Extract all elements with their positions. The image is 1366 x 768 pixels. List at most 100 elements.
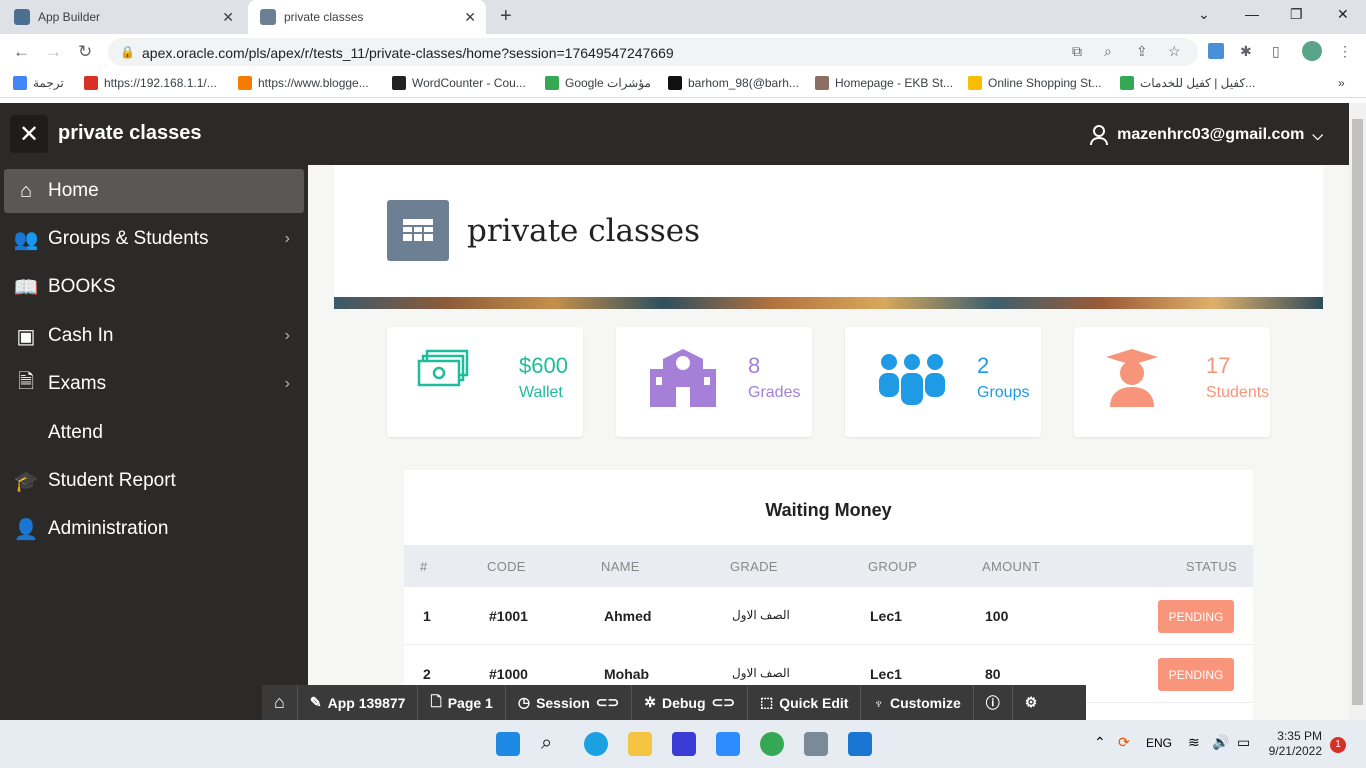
sidebar-item-label: Groups & Students: [48, 228, 209, 249]
translate-icon: [13, 76, 27, 90]
students-card[interactable]: 17 Students: [1074, 327, 1270, 437]
status-badge[interactable]: PENDING: [1158, 658, 1234, 691]
card-label: Wallet: [519, 384, 563, 401]
omnibox[interactable]: 🔒 apex.oracle.com/pls/apex/r/tests_11/pr…: [108, 38, 1198, 66]
ekb-icon: [815, 76, 829, 90]
minimize-icon[interactable]: —: [1245, 6, 1259, 22]
forward-icon[interactable]: →: [45, 42, 62, 62]
lock-icon: 🔒: [120, 45, 135, 59]
wifi-icon[interactable]: ≋: [1188, 734, 1212, 758]
chevron-up-icon[interactable]: ⌃: [1094, 734, 1118, 758]
open-external-icon[interactable]: ⧉: [1072, 43, 1082, 60]
sidebar-item-cash-in[interactable]: ▣ Cash In ›: [4, 314, 304, 358]
cell-num: 2: [423, 666, 431, 682]
sidebar-item-exams[interactable]: 🗎 Exams ›: [4, 362, 304, 406]
bookmark-item[interactable]: WordCounter - Cou...: [392, 76, 526, 90]
sync-icon[interactable]: ⟳: [1118, 734, 1142, 758]
wallet-card[interactable]: $600 Wallet: [387, 327, 583, 437]
bookmark-item[interactable]: ترجمة: [13, 76, 64, 90]
school-icon: [650, 349, 716, 407]
maximize-icon[interactable]: ❐: [1290, 6, 1303, 23]
url-text[interactable]: apex.oracle.com/pls/apex/r/tests_11/priv…: [142, 45, 674, 61]
menu-icon[interactable]: ⋮: [1338, 43, 1352, 60]
back-icon[interactable]: ←: [13, 42, 30, 62]
cell-name: Mohab: [604, 666, 650, 682]
bookmark-item[interactable]: https://www.blogge...: [238, 76, 369, 90]
chevron-down-icon: ⌵: [1312, 126, 1323, 143]
group-icon: [879, 354, 945, 405]
edge-icon[interactable]: [584, 732, 608, 756]
close-window-icon[interactable]: ✕: [1337, 6, 1349, 23]
bookmark-item[interactable]: barhom_98(@barh...: [668, 76, 799, 90]
bookmark-item[interactable]: Online Shopping St...: [968, 76, 1101, 90]
dev-settings-button[interactable]: ⚙: [1013, 685, 1050, 720]
dev-session-button[interactable]: ◷ Session ⊂⊃: [506, 685, 633, 720]
zoom-icon[interactable]: [716, 732, 740, 756]
language-indicator[interactable]: ENG: [1146, 736, 1176, 760]
cell-grade: الصف الاول: [732, 666, 790, 680]
more-bookmarks-icon[interactable]: »: [1338, 76, 1345, 90]
bookmark-item[interactable]: Homepage - EKB St...: [815, 76, 953, 90]
user-menu[interactable]: mazenhrc03@gmail.com ⌵: [1089, 124, 1323, 146]
sidebar-item-books[interactable]: 📖 BOOKS: [4, 265, 304, 309]
new-tab-icon[interactable]: +: [500, 5, 512, 28]
card-label: Grades: [748, 384, 801, 401]
bookmark-star-icon[interactable]: ☆: [1168, 43, 1181, 60]
sidebar-item-groups-students[interactable]: 👥 Groups & Students ›: [4, 217, 304, 261]
scrollbar-thumb[interactable]: [1352, 119, 1363, 705]
zoom-icon[interactable]: ⌕: [1104, 43, 1112, 60]
tab-app-builder[interactable]: App Builder ✕: [14, 0, 244, 34]
page-scrollbar[interactable]: [1349, 103, 1366, 720]
extension-icon[interactable]: [1208, 43, 1224, 59]
search-icon[interactable]: ⌕: [541, 732, 565, 756]
groups-card[interactable]: 2 Groups: [845, 327, 1041, 437]
bookmark-item[interactable]: كفيل | كفيل للخدمات...: [1120, 76, 1255, 90]
start-icon[interactable]: [496, 732, 520, 756]
dev-home-button[interactable]: ⌂: [262, 685, 298, 720]
sidebar-item-administration[interactable]: 👤 Administration: [4, 507, 304, 551]
volume-icon[interactable]: 🔊: [1212, 734, 1236, 758]
bookmark-item[interactable]: Google مؤشرات: [545, 76, 651, 90]
notification-badge[interactable]: 1: [1330, 737, 1346, 753]
column-header: #: [420, 559, 428, 574]
sidebar-item-attend[interactable]: Attend: [4, 411, 304, 455]
toggle-nav-button[interactable]: ✕: [10, 115, 48, 153]
sidebar-item-home[interactable]: ⌂ Home: [4, 169, 304, 213]
dev-customize-button[interactable]: ♆ Customize: [861, 685, 974, 720]
reload-icon[interactable]: ↻: [78, 42, 92, 62]
clock[interactable]: 3:35 PM 9/21/2022: [1269, 729, 1322, 759]
tab-private-classes[interactable]: private classes ✕: [248, 0, 486, 34]
hero-region: private classes: [334, 165, 1323, 297]
decorative-banner: [334, 297, 1323, 309]
grades-card[interactable]: 8 Grades: [616, 327, 812, 437]
dev-app-button[interactable]: ✎ App 139877: [298, 685, 419, 720]
chrome-icon[interactable]: [760, 732, 784, 756]
dev-quick-edit-button[interactable]: ⬚ Quick Edit: [748, 685, 862, 720]
session-icon: ◷: [517, 694, 531, 710]
sidepanel-icon[interactable]: ▯: [1272, 43, 1280, 60]
puzzle-icon[interactable]: ✱: [1240, 43, 1252, 60]
dollar-icon: [1120, 76, 1134, 90]
page-icon: 🗋: [430, 692, 442, 709]
column-header: NAME: [601, 559, 640, 574]
app-title[interactable]: private classes: [58, 122, 201, 145]
share-icon[interactable]: ⇪: [1136, 43, 1148, 60]
media-icon[interactable]: [848, 732, 872, 756]
status-badge[interactable]: PENDING: [1158, 600, 1234, 633]
dev-page-button[interactable]: 🗋 Page 1: [418, 685, 506, 720]
bookmark-item[interactable]: https://192.168.1.1/...: [84, 76, 217, 90]
vs-icon[interactable]: [672, 732, 696, 756]
battery-icon[interactable]: ▭: [1237, 734, 1261, 758]
dev-debug-button[interactable]: ✲ Debug ⊂⊃: [632, 685, 748, 720]
tab-search-icon[interactable]: ⌄: [1198, 6, 1210, 23]
dev-info-button[interactable]: ⓘ: [974, 685, 1013, 720]
sidebar-item-student-report[interactable]: 🎓 Student Report: [4, 459, 304, 503]
page-icon: [260, 9, 276, 25]
close-tab-icon[interactable]: ✕: [464, 9, 476, 26]
sidebar-item-label: Cash In: [48, 325, 114, 346]
app-icon[interactable]: [804, 732, 828, 756]
file-explorer-icon[interactable]: [628, 732, 652, 756]
profile-avatar[interactable]: [1302, 41, 1322, 61]
sidebar-item-label: Administration: [48, 518, 169, 539]
close-tab-icon[interactable]: ✕: [222, 9, 234, 26]
